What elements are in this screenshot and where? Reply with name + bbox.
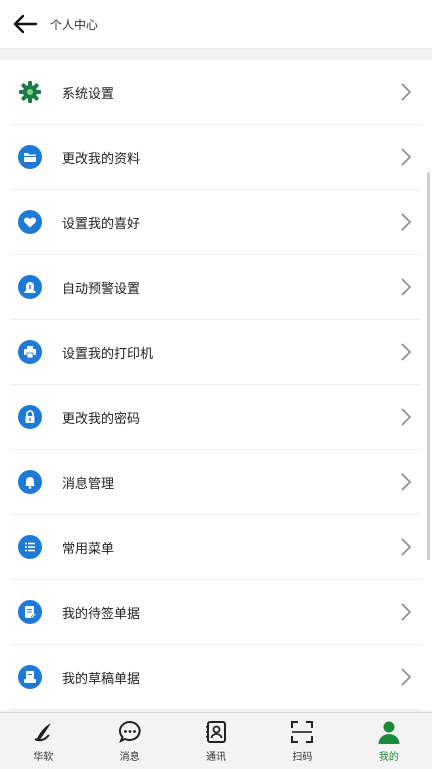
menu-item-change-password[interactable]: 更改我的密码 (10, 385, 420, 450)
bell-icon (18, 470, 42, 494)
tab-label: 消息 (119, 752, 140, 763)
tab-huaruan[interactable]: 华软 (0, 713, 86, 769)
heart-icon (18, 210, 42, 234)
menu-item-label: 系统设置 (62, 86, 115, 102)
chevron-right-icon (398, 472, 414, 492)
back-button[interactable] (12, 11, 38, 37)
menu-item-label: 我的草稿单据 (62, 671, 141, 687)
menu-item-preferences[interactable]: 设置我的喜好 (10, 190, 420, 255)
logo-icon (30, 719, 56, 745)
scan-icon (289, 719, 315, 745)
menu-item-draft-documents[interactable]: 我的草稿单据 (10, 645, 420, 710)
menu-item-common-menu[interactable]: 常用菜单 (10, 515, 420, 580)
settings-menu: 系统设置 更改我的资料 设置我的喜好 自动预警设置 设置我的打印机 更改我的密码… (0, 60, 432, 710)
menu-item-label: 设置我的打印机 (62, 346, 154, 362)
chevron-right-icon (398, 602, 414, 622)
chevron-right-icon (398, 277, 414, 297)
menu-item-label: 设置我的喜好 (62, 216, 141, 232)
menu-item-label: 常用菜单 (62, 541, 115, 557)
tab-messages[interactable]: 消息 (86, 713, 172, 769)
tab-contacts[interactable]: 通讯 (173, 713, 259, 769)
printer-icon (18, 340, 42, 364)
tab-label: 扫码 (292, 752, 313, 763)
tab-label: 华软 (33, 752, 54, 763)
chevron-right-icon (398, 212, 414, 232)
arrow-left-icon (13, 14, 38, 34)
menu-item-label: 消息管理 (62, 476, 115, 492)
menu-item-label: 更改我的密码 (62, 411, 141, 427)
chevron-right-icon (398, 407, 414, 427)
menu-item-label: 自动预警设置 (62, 281, 141, 297)
scrollbar[interactable] (427, 172, 430, 560)
chevron-right-icon (398, 82, 414, 102)
list-icon (18, 535, 42, 559)
menu-item-label: 我的待签单据 (62, 606, 141, 622)
top-bar: 个人中心 (0, 0, 432, 49)
chevron-right-icon (398, 667, 414, 687)
draft-icon (18, 665, 42, 689)
tab-label: 我的 (378, 752, 399, 763)
chevron-right-icon (398, 342, 414, 362)
chat-icon (117, 719, 143, 745)
tab-scan[interactable]: 扫码 (259, 713, 345, 769)
menu-item-label: 更改我的资料 (62, 151, 141, 167)
chevron-right-icon (398, 537, 414, 557)
menu-item-system-settings[interactable]: 系统设置 (10, 60, 420, 125)
menu-item-auto-alert[interactable]: 自动预警设置 (10, 255, 420, 320)
chevron-right-icon (398, 147, 414, 167)
contacts-book-icon (203, 719, 229, 745)
menu-item-edit-profile[interactable]: 更改我的资料 (10, 125, 420, 190)
document-sign-icon (18, 600, 42, 624)
user-icon (376, 719, 402, 745)
bottom-tab-bar: 华软 消息 通讯 扫码 我的 (0, 712, 432, 769)
menu-item-pending-documents[interactable]: 我的待签单据 (10, 580, 420, 645)
menu-item-message-management[interactable]: 消息管理 (10, 450, 420, 515)
folder-icon (18, 145, 42, 169)
alarm-icon (18, 275, 42, 299)
menu-item-printer[interactable]: 设置我的打印机 (10, 320, 420, 385)
page-title: 个人中心 (50, 17, 99, 32)
lock-icon (18, 405, 42, 429)
tab-label: 通讯 (206, 752, 227, 763)
gear-icon (18, 80, 42, 104)
tab-mine[interactable]: 我的 (346, 713, 432, 769)
